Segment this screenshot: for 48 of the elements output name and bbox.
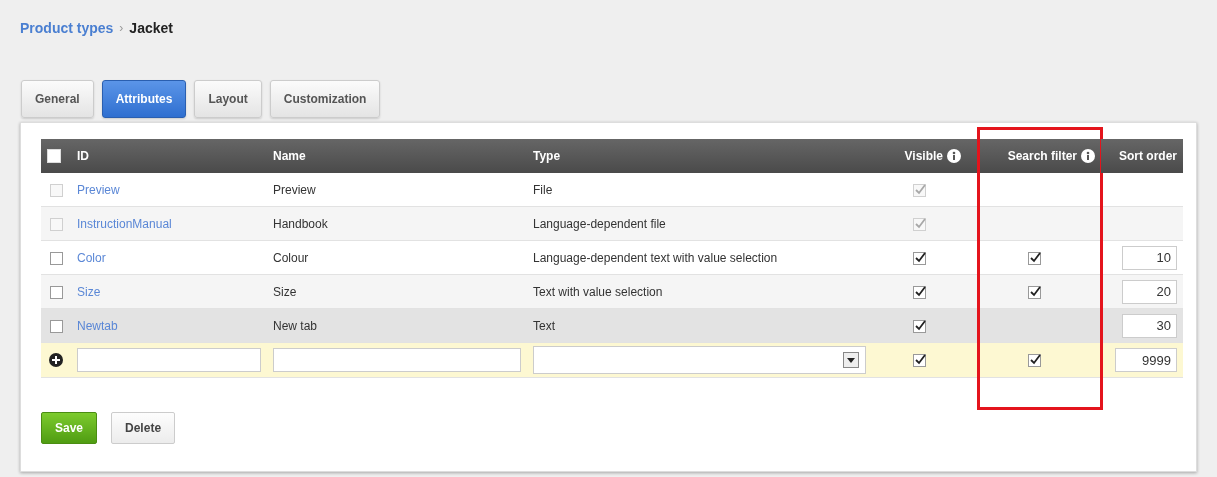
table-cell: Preview bbox=[273, 182, 316, 197]
search-filter-checkbox[interactable] bbox=[1027, 354, 1041, 368]
table-cell: New tab bbox=[273, 318, 318, 333]
column-header: ID bbox=[77, 149, 89, 163]
column-header: Visible bbox=[904, 149, 943, 163]
info-icon[interactable] bbox=[1081, 149, 1095, 163]
table-cell: File bbox=[533, 182, 553, 197]
id-field[interactable] bbox=[77, 348, 261, 372]
visible-checkbox[interactable] bbox=[913, 285, 926, 299]
visible-checkbox[interactable] bbox=[913, 251, 926, 265]
tab[interactable]: General bbox=[21, 80, 94, 118]
name-field[interactable] bbox=[273, 348, 521, 372]
delete-button[interactable]: Delete bbox=[111, 412, 176, 444]
column-header: Type bbox=[533, 149, 561, 163]
select-all-checkbox[interactable] bbox=[47, 149, 61, 164]
tab[interactable]: Layout bbox=[194, 80, 262, 118]
row-checkbox[interactable] bbox=[49, 251, 63, 265]
sort-order-field[interactable]: 20 bbox=[1122, 279, 1177, 304]
breadcrumb-link[interactable]: Product types bbox=[20, 20, 114, 36]
column-header: Name bbox=[273, 149, 306, 163]
row-checkbox[interactable] bbox=[49, 285, 63, 299]
table-cell: Text with value selection bbox=[533, 284, 663, 299]
tab[interactable]: Customization bbox=[269, 80, 381, 118]
attribute-id-link[interactable]: Preview bbox=[77, 182, 120, 197]
info-icon[interactable] bbox=[947, 149, 961, 163]
caret-icon bbox=[847, 357, 855, 363]
sort-order-field[interactable]: 9999 bbox=[1115, 348, 1177, 372]
table-cell: Language-dependent file bbox=[533, 216, 666, 231]
breadcrumb-current: Jacket bbox=[129, 20, 173, 36]
tab[interactable]: Attributes bbox=[101, 80, 187, 118]
visible-checkbox[interactable] bbox=[913, 354, 926, 368]
row-checkbox[interactable] bbox=[49, 319, 63, 333]
attribute-id-link[interactable]: Size bbox=[77, 284, 101, 299]
search-filter-checkbox[interactable] bbox=[1027, 285, 1041, 299]
table-cell: Handbook bbox=[273, 216, 328, 231]
column-header: Search filter bbox=[1007, 149, 1077, 163]
breadcrumb-separator: › bbox=[119, 21, 124, 35]
sort-order-field[interactable]: 10 bbox=[1122, 245, 1177, 270]
table-cell: Size bbox=[273, 284, 297, 299]
table-cell: Colour bbox=[273, 250, 309, 265]
sort-order-field[interactable]: 30 bbox=[1122, 313, 1177, 338]
attribute-id-link[interactable]: Color bbox=[77, 250, 106, 265]
search-filter-checkbox[interactable] bbox=[1027, 251, 1041, 265]
table-cell: Language-dependent text with value selection bbox=[533, 250, 778, 265]
column-header: Sort order bbox=[1119, 149, 1177, 163]
visible-checkbox[interactable] bbox=[913, 319, 926, 333]
add-icon[interactable] bbox=[49, 353, 63, 368]
table-cell: Text bbox=[533, 318, 555, 333]
